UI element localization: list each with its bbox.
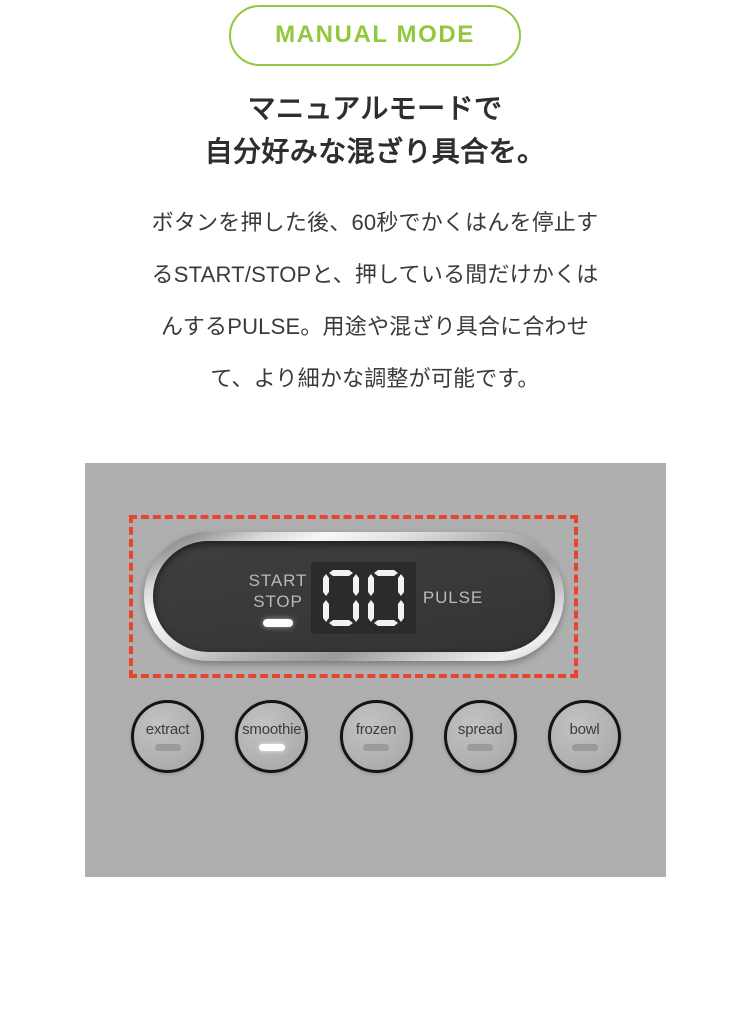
description-paragraph: ボタンを押した後、60秒でかくはんを停止す るSTART/STOPと、押している… [85,197,665,405]
control-panel-image: START STOP PULSE extract smoothie frozen… [85,463,666,877]
pulse-button[interactable]: PULSE [393,588,513,608]
segment-b [353,574,359,596]
segment-d [374,620,398,626]
mode-button-smoothie[interactable]: smoothie [235,700,309,773]
mode-button-label: frozen [355,721,397,738]
description-line-1: ボタンを押した後、60秒でかくはんを停止す [151,210,599,236]
mode-button-label: extract [145,721,190,738]
description-line-2: るSTART/STOPと、押している間だけかくは [151,262,599,288]
badge-container: MANUAL MODE [0,0,750,66]
page-title-line-1: マニュアルモードで [247,93,503,124]
mode-indicator-light [363,744,389,751]
mode-indicator-light [571,744,598,751]
mode-button-label: smoothie [242,721,302,738]
segment-f [323,574,329,596]
segment-e [323,600,329,622]
mode-button-spread[interactable]: spread [443,700,517,773]
segment-a [329,570,353,576]
segment-d [329,620,353,626]
control-face: START STOP PULSE [153,541,555,652]
mode-indicator-light [467,744,494,751]
mode-button-label: bowl [569,721,600,738]
mode-button-bowl[interactable]: bowl [548,700,621,773]
control-bezel: START STOP PULSE [144,532,564,661]
mode-button-label: spread [457,721,503,738]
description-line-3: んするPULSE。用途や混ざり具合に合わせ [161,314,589,340]
description-line-4: て、より細かな調整が可能です。 [210,366,540,392]
mode-button-frozen[interactable]: frozen [339,700,413,773]
page-title: マニュアルモードで 自分好みな混ざり具合を。 [0,88,750,173]
mode-indicator-light [154,744,181,751]
page-title-line-2: 自分好みな混ざり具合を。 [204,135,546,167]
manual-mode-badge: MANUAL MODE [229,5,521,66]
mode-button-extract[interactable]: extract [131,700,204,773]
display-digit-tens [323,570,359,626]
mode-indicator-light [258,744,285,751]
start-stop-indicator-light [263,619,293,627]
mode-button-row: extract smoothie frozen spread bowl [131,700,621,773]
segment-e [368,600,374,622]
segment-c [353,600,359,622]
segment-f [368,574,374,596]
segment-a [374,570,398,576]
